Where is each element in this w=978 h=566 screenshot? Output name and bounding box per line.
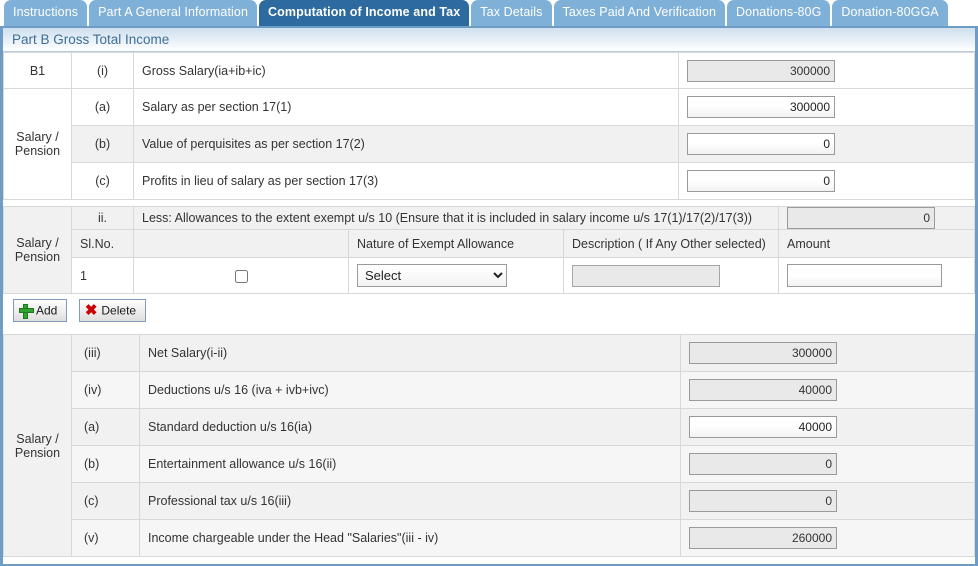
delete-button[interactable]: ✖ Delete bbox=[78, 299, 147, 322]
header-checkbox bbox=[133, 229, 349, 258]
row-label-gross-salary: Gross Salary(ia+ib+ic) bbox=[133, 52, 679, 89]
row-roman-ii: ii. bbox=[71, 206, 134, 230]
allowance-amount-input[interactable] bbox=[787, 264, 942, 287]
add-button[interactable]: Add bbox=[13, 299, 68, 322]
allowance-row-sl-no: 1 bbox=[71, 257, 134, 294]
allowance-nature-cell: Select bbox=[348, 257, 564, 294]
table-row-perquisites-17-2: (b) Value of perquisites as per section … bbox=[3, 125, 975, 163]
nature-of-exempt-allowance-select[interactable]: Select bbox=[357, 264, 507, 287]
tab-taxes-paid-and-verification[interactable]: Taxes Paid And Verification bbox=[553, 0, 726, 26]
group-label-salary-pension-1: Salary / Pension bbox=[3, 88, 72, 200]
allowance-description-cell bbox=[563, 257, 779, 294]
header-nature-of-exempt-allowance: Nature of Exempt Allowance bbox=[348, 229, 564, 258]
net-salary-value-field[interactable] bbox=[689, 342, 837, 364]
header-sl-no: Sl.No. bbox=[71, 229, 134, 258]
row-roman-i: (i) bbox=[71, 52, 134, 89]
allowance-button-bar: Add ✖ Delete bbox=[3, 294, 975, 328]
exempt-allowance-table: Salary / Pension ii. Less: Allowances to … bbox=[3, 206, 975, 294]
row-label-deductions-16: Deductions u/s 16 (iva + ivb+ivc) bbox=[139, 371, 681, 409]
row-roman-a: (a) bbox=[71, 88, 134, 126]
table-row-net-salary: Salary / Pension (iii) Net Salary(i-ii) bbox=[3, 334, 975, 557]
standard-deduction-input[interactable] bbox=[689, 416, 837, 438]
amount-cell-net-salary bbox=[680, 334, 975, 372]
table-row-entertainment-allowance: (b) Entertainment allowance u/s 16(ii) bbox=[3, 445, 975, 483]
row-roman-b: (b) bbox=[71, 125, 134, 163]
deductions-16-value-field[interactable] bbox=[689, 379, 837, 401]
table-row-profits-17-3: (c) Profits in lieu of salary as per sec… bbox=[3, 162, 975, 200]
gross-salary-table: B1 (i) Gross Salary(ia+ib+ic) Salary /Pe… bbox=[3, 52, 975, 200]
row-roman-d-a: (a) bbox=[71, 408, 140, 446]
header-amount: Amount bbox=[778, 229, 975, 258]
form-panel: Part B Gross Total Income B1 (i) Gross S… bbox=[0, 26, 978, 566]
row-roman-c: (c) bbox=[71, 162, 134, 200]
row-label-standard-deduction: Standard deduction u/s 16(ia) bbox=[139, 408, 681, 446]
amount-cell-salary-17-1 bbox=[678, 88, 975, 126]
net-salary-table: Salary /Pension (iii) Net Salary(i-ii) (… bbox=[3, 334, 975, 557]
amount-cell-perquisites-17-2 bbox=[678, 125, 975, 163]
table-row-deductions-16: (iv) Deductions u/s 16 (iva + ivb+ivc) bbox=[3, 371, 975, 409]
row-roman-d-b: (b) bbox=[71, 445, 140, 483]
amount-cell-profits-17-3 bbox=[678, 162, 975, 200]
profits-17-3-input[interactable] bbox=[687, 170, 835, 192]
group-label-salary-pension-3: Salary / Pension bbox=[3, 334, 72, 557]
row-roman-iv: (iv) bbox=[71, 371, 140, 409]
row-label-income-chargeable-salaries: Income chargeable under the Head "Salari… bbox=[139, 519, 681, 557]
row-label-less-allowances: Less: Allowances to the extent exempt u/… bbox=[133, 206, 779, 230]
professional-tax-value-field[interactable] bbox=[689, 490, 837, 512]
tab-bar: Instructions Part A General Information Co… bbox=[0, 0, 978, 26]
row-label-professional-tax: Professional tax u/s 16(iii) bbox=[139, 482, 681, 520]
allowance-data-row: 1 Select bbox=[3, 257, 975, 294]
table-row-salary-17-1: Salary / Pension (a) Salary as per sectio… bbox=[3, 88, 975, 200]
row-label-profits-17-3: Profits in lieu of salary as per section… bbox=[133, 162, 679, 200]
amount-cell-income-chargeable-salaries bbox=[680, 519, 975, 557]
add-button-label: Add bbox=[36, 303, 58, 318]
row-label-entertainment-allowance: Entertainment allowance u/s 16(ii) bbox=[139, 445, 681, 483]
table-row-income-chargeable-salaries: (v) Income chargeable under the Head "Sa… bbox=[3, 519, 975, 557]
row-label-perquisites-17-2: Value of perquisites as per section 17(2… bbox=[133, 125, 679, 163]
row-roman-d-c: (c) bbox=[71, 482, 140, 520]
table-row-less-allowances: Salary / Pension ii. Less: Allowances to … bbox=[3, 206, 975, 294]
group-label-salary-pension-2: Salary / Pension bbox=[3, 206, 72, 294]
row-code-b1: B1 bbox=[3, 52, 72, 89]
perquisites-17-2-input[interactable] bbox=[687, 133, 835, 155]
row-label-net-salary: Net Salary(i-ii) bbox=[139, 334, 681, 372]
row-label-salary-17-1: Salary as per section 17(1) bbox=[133, 88, 679, 126]
tab-donation-80gga[interactable]: Donation-80GGA bbox=[832, 0, 948, 26]
tab-tax-details[interactable]: Tax Details bbox=[471, 0, 552, 26]
tab-part-a-general-information[interactable]: Part A General Information bbox=[89, 0, 258, 26]
table-row-gross-salary: B1 (i) Gross Salary(ia+ib+ic) bbox=[3, 52, 975, 89]
row-roman-v: (v) bbox=[71, 519, 140, 557]
amount-cell-gross-salary bbox=[678, 52, 975, 89]
amount-cell-less-allowances bbox=[778, 206, 975, 230]
amount-cell-entertainment-allowance bbox=[680, 445, 975, 483]
income-chargeable-salaries-value-field[interactable] bbox=[689, 527, 837, 549]
amount-cell-standard-deduction bbox=[680, 408, 975, 446]
tab-donations-80g[interactable]: Donations-80G bbox=[727, 0, 831, 26]
gross-salary-value-field[interactable] bbox=[687, 59, 835, 82]
allowance-row-checkbox-cell bbox=[133, 257, 349, 294]
tab-computation-of-income-and-tax[interactable]: Computation of Income and Tax bbox=[259, 0, 470, 26]
amount-cell-deductions-16 bbox=[680, 371, 975, 409]
section-title: Part B Gross Total Income bbox=[3, 28, 975, 52]
allowance-row-checkbox[interactable] bbox=[234, 269, 248, 283]
header-description: Description ( If Any Other selected) bbox=[563, 229, 779, 258]
delete-button-label: Delete bbox=[101, 303, 137, 318]
allowance-amount-cell bbox=[778, 257, 975, 294]
entertainment-allowance-value-field[interactable] bbox=[689, 453, 837, 475]
allowance-header-row: Sl.No. Nature of Exempt Allowance Descri… bbox=[3, 229, 975, 258]
table-row-standard-deduction: (a) Standard deduction u/s 16(ia) bbox=[3, 408, 975, 446]
row-roman-iii: (iii) bbox=[71, 334, 140, 372]
table-row-professional-tax: (c) Professional tax u/s 16(iii) bbox=[3, 482, 975, 520]
amount-cell-professional-tax bbox=[680, 482, 975, 520]
less-allowances-value-field[interactable] bbox=[787, 207, 935, 229]
tab-instructions[interactable]: Instructions bbox=[4, 0, 88, 26]
plus-icon bbox=[19, 304, 34, 320]
allowance-description-input[interactable] bbox=[572, 264, 720, 287]
salary-17-1-input[interactable] bbox=[687, 96, 835, 118]
close-icon: ✖ bbox=[84, 302, 98, 320]
